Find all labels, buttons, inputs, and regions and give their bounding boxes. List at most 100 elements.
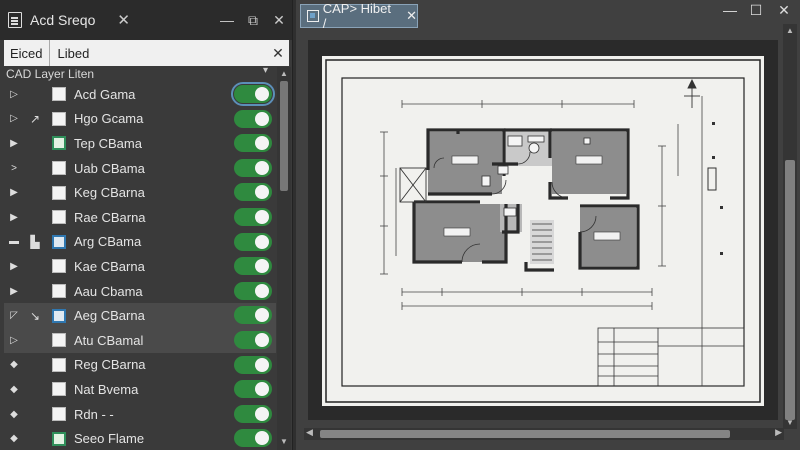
filter-field-1[interactable]: Eiced: [4, 40, 50, 66]
layer-row[interactable]: ▶ Rae CBarna: [4, 205, 276, 230]
layer-row[interactable]: ▬ ▙ Arg CBama: [4, 230, 276, 255]
layer-row[interactable]: ◆ Nat Bvema: [4, 377, 276, 402]
layer-filter-bar[interactable]: Eiced Libed ✕: [4, 40, 289, 66]
scroll-right-icon[interactable]: ▶: [775, 427, 782, 438]
drawing-vertical-scrollbar[interactable]: ▲ ▼: [783, 24, 797, 429]
layer-checkbox[interactable]: [52, 333, 66, 348]
expand-toggle-icon[interactable]: ◆: [4, 359, 24, 370]
layer-row[interactable]: ▶ Kae CBarna: [4, 254, 276, 279]
window-maximize-icon[interactable]: ☐: [742, 2, 770, 22]
layer-checkbox[interactable]: [52, 234, 66, 249]
layer-row[interactable]: ◆ Seeo Flame: [4, 426, 276, 450]
drawing-tab-label: CAP> Hibet /: [322, 1, 392, 31]
layer-icon-slot: [24, 381, 46, 397]
layer-icon-slot: [24, 258, 46, 274]
layer-icon-slot: [24, 406, 46, 422]
title-close-icon[interactable]: ✕: [117, 11, 130, 29]
layer-row[interactable]: ◸ ↘ Aeg CBarna: [4, 303, 276, 328]
expand-toggle-icon[interactable]: ▷: [4, 335, 24, 346]
layer-checkbox[interactable]: [52, 111, 66, 126]
scroll-thumb[interactable]: [280, 81, 288, 191]
layer-checkbox[interactable]: [52, 161, 66, 176]
layer-row[interactable]: ▶ Tep CBama: [4, 131, 276, 156]
layer-checkbox[interactable]: [52, 136, 66, 151]
layer-icon-slot: [24, 431, 46, 447]
layer-visibility-toggle[interactable]: [234, 404, 272, 423]
tool-icon[interactable]: ↘: [24, 308, 46, 324]
window-minimize-icon[interactable]: —: [716, 2, 744, 22]
layer-row[interactable]: > Uab CBama: [4, 156, 276, 181]
expand-toggle-icon[interactable]: ◸: [4, 310, 24, 321]
layer-visibility-toggle[interactable]: [234, 158, 272, 177]
expand-toggle-icon[interactable]: ▷: [4, 89, 24, 100]
layer-checkbox[interactable]: [52, 407, 66, 422]
clear-filter-icon[interactable]: ✕: [267, 45, 289, 62]
drawing-tab[interactable]: CAP> Hibet / ✕: [300, 1, 418, 31]
layer-row[interactable]: ▷ ↗ Hgo Gcama: [4, 107, 276, 132]
layer-checkbox[interactable]: [52, 210, 66, 225]
sort-caret-icon[interactable]: ▾: [263, 65, 268, 76]
lock-icon[interactable]: ▙: [24, 234, 46, 250]
scroll-down-icon[interactable]: ▼: [280, 437, 288, 446]
layer-checkbox[interactable]: [52, 308, 66, 323]
expand-toggle-icon[interactable]: ▶: [4, 212, 24, 223]
layer-visibility-toggle[interactable]: [234, 281, 272, 300]
window-close-icon[interactable]: ✕: [770, 2, 798, 22]
horizontal-scroll-thumb[interactable]: [320, 430, 730, 438]
expand-toggle-icon[interactable]: ▷: [4, 113, 24, 124]
layer-visibility-toggle[interactable]: [234, 232, 272, 251]
expand-toggle-icon[interactable]: ▶: [4, 286, 24, 297]
layer-row[interactable]: ▶ Keg CBarna: [4, 180, 276, 205]
restore-icon[interactable]: ⧉: [240, 12, 266, 29]
scroll-up-icon[interactable]: ▲: [786, 26, 794, 35]
layer-checkbox[interactable]: [52, 87, 66, 102]
expand-toggle-icon[interactable]: >: [4, 163, 24, 174]
expand-toggle-icon[interactable]: ▶: [4, 261, 24, 272]
layer-visibility-toggle[interactable]: [234, 207, 272, 226]
layer-visibility-toggle[interactable]: [234, 429, 272, 448]
tab-close-icon[interactable]: ✕: [406, 8, 417, 24]
layer-row[interactable]: ▷ Acd Gama: [4, 82, 276, 107]
filter-field-2[interactable]: Libed: [50, 40, 98, 66]
floor-plan-drawing: [325, 59, 761, 403]
layer-visibility-toggle[interactable]: [231, 82, 275, 106]
layer-visibility-toggle[interactable]: [234, 380, 272, 399]
close-icon[interactable]: ✕: [266, 12, 292, 29]
drawing-horizontal-scrollbar[interactable]: ◀ ▶: [304, 427, 784, 440]
expand-toggle-icon[interactable]: ◆: [4, 384, 24, 395]
layer-visibility-toggle[interactable]: [234, 306, 272, 325]
drawing-viewport[interactable]: [308, 40, 778, 420]
layer-checkbox[interactable]: [52, 284, 66, 299]
scroll-left-icon[interactable]: ◀: [306, 427, 313, 438]
layer-checkbox[interactable]: [52, 185, 66, 200]
expand-toggle-icon[interactable]: ▶: [4, 138, 24, 149]
drawing-panel: CAP> Hibet / ✕ — ☐ ✕ ▲ ▼ ◀ ▶: [296, 0, 800, 450]
scroll-up-icon[interactable]: ▲: [280, 69, 288, 78]
layer-visibility-toggle[interactable]: [234, 257, 272, 276]
vertical-scroll-thumb[interactable]: [785, 160, 795, 420]
layer-row[interactable]: ▷ Atu CBamal: [4, 327, 276, 353]
layer-visibility-toggle[interactable]: [234, 330, 272, 349]
layer-list-title: CAD Layer Liten: [6, 67, 95, 81]
expand-toggle-icon[interactable]: ◆: [4, 433, 24, 444]
layer-visibility-toggle[interactable]: [234, 134, 272, 153]
layer-checkbox[interactable]: [52, 382, 66, 397]
minimize-icon[interactable]: —: [214, 12, 240, 28]
layer-visibility-toggle[interactable]: [234, 183, 272, 202]
layer-checkbox[interactable]: [52, 357, 66, 372]
layer-row[interactable]: ◆ Rdn - -: [4, 402, 276, 427]
layer-checkbox[interactable]: [52, 259, 66, 274]
layer-row[interactable]: ◆ Reg CBarna: [4, 353, 276, 378]
expand-toggle-icon[interactable]: ▬: [4, 236, 24, 247]
scroll-down-icon[interactable]: ▼: [786, 418, 794, 427]
layer-visibility-toggle[interactable]: [234, 109, 272, 128]
layer-checkbox[interactable]: [52, 431, 66, 446]
drawing-sheet[interactable]: [322, 56, 764, 406]
layer-list-scrollbar[interactable]: ▲ ▼: [277, 67, 291, 450]
layer-icon-slot: [24, 86, 46, 102]
layer-visibility-toggle[interactable]: [234, 355, 272, 374]
layer-row[interactable]: ▶ Aau Cbama: [4, 279, 276, 304]
expand-toggle-icon[interactable]: ▶: [4, 187, 24, 198]
expand-toggle-icon[interactable]: ◆: [4, 409, 24, 420]
cursor-icon[interactable]: ↗: [24, 111, 46, 127]
